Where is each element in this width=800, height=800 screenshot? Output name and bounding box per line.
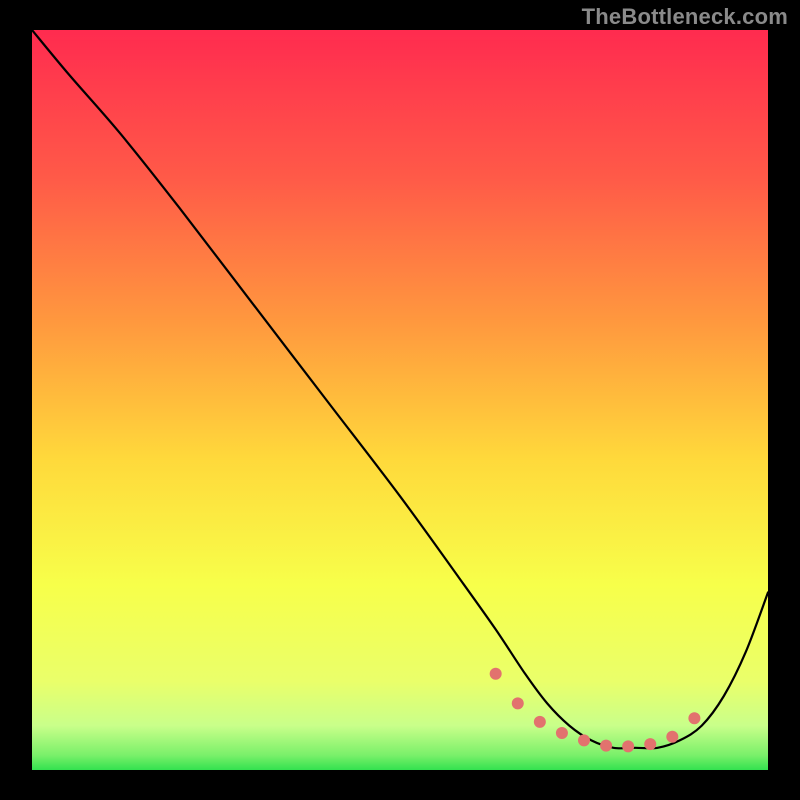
gradient-plot-background — [32, 30, 768, 770]
optimal-marker — [512, 697, 524, 709]
optimal-marker — [534, 716, 546, 728]
chart-svg — [0, 0, 800, 800]
optimal-marker — [490, 668, 502, 680]
chart-stage: TheBottleneck.com — [0, 0, 800, 800]
optimal-marker — [688, 712, 700, 724]
optimal-marker — [556, 727, 568, 739]
optimal-marker — [600, 740, 612, 752]
optimal-marker — [578, 734, 590, 746]
watermark-text: TheBottleneck.com — [582, 4, 788, 30]
optimal-marker — [644, 738, 656, 750]
optimal-marker — [622, 740, 634, 752]
optimal-marker — [666, 731, 678, 743]
